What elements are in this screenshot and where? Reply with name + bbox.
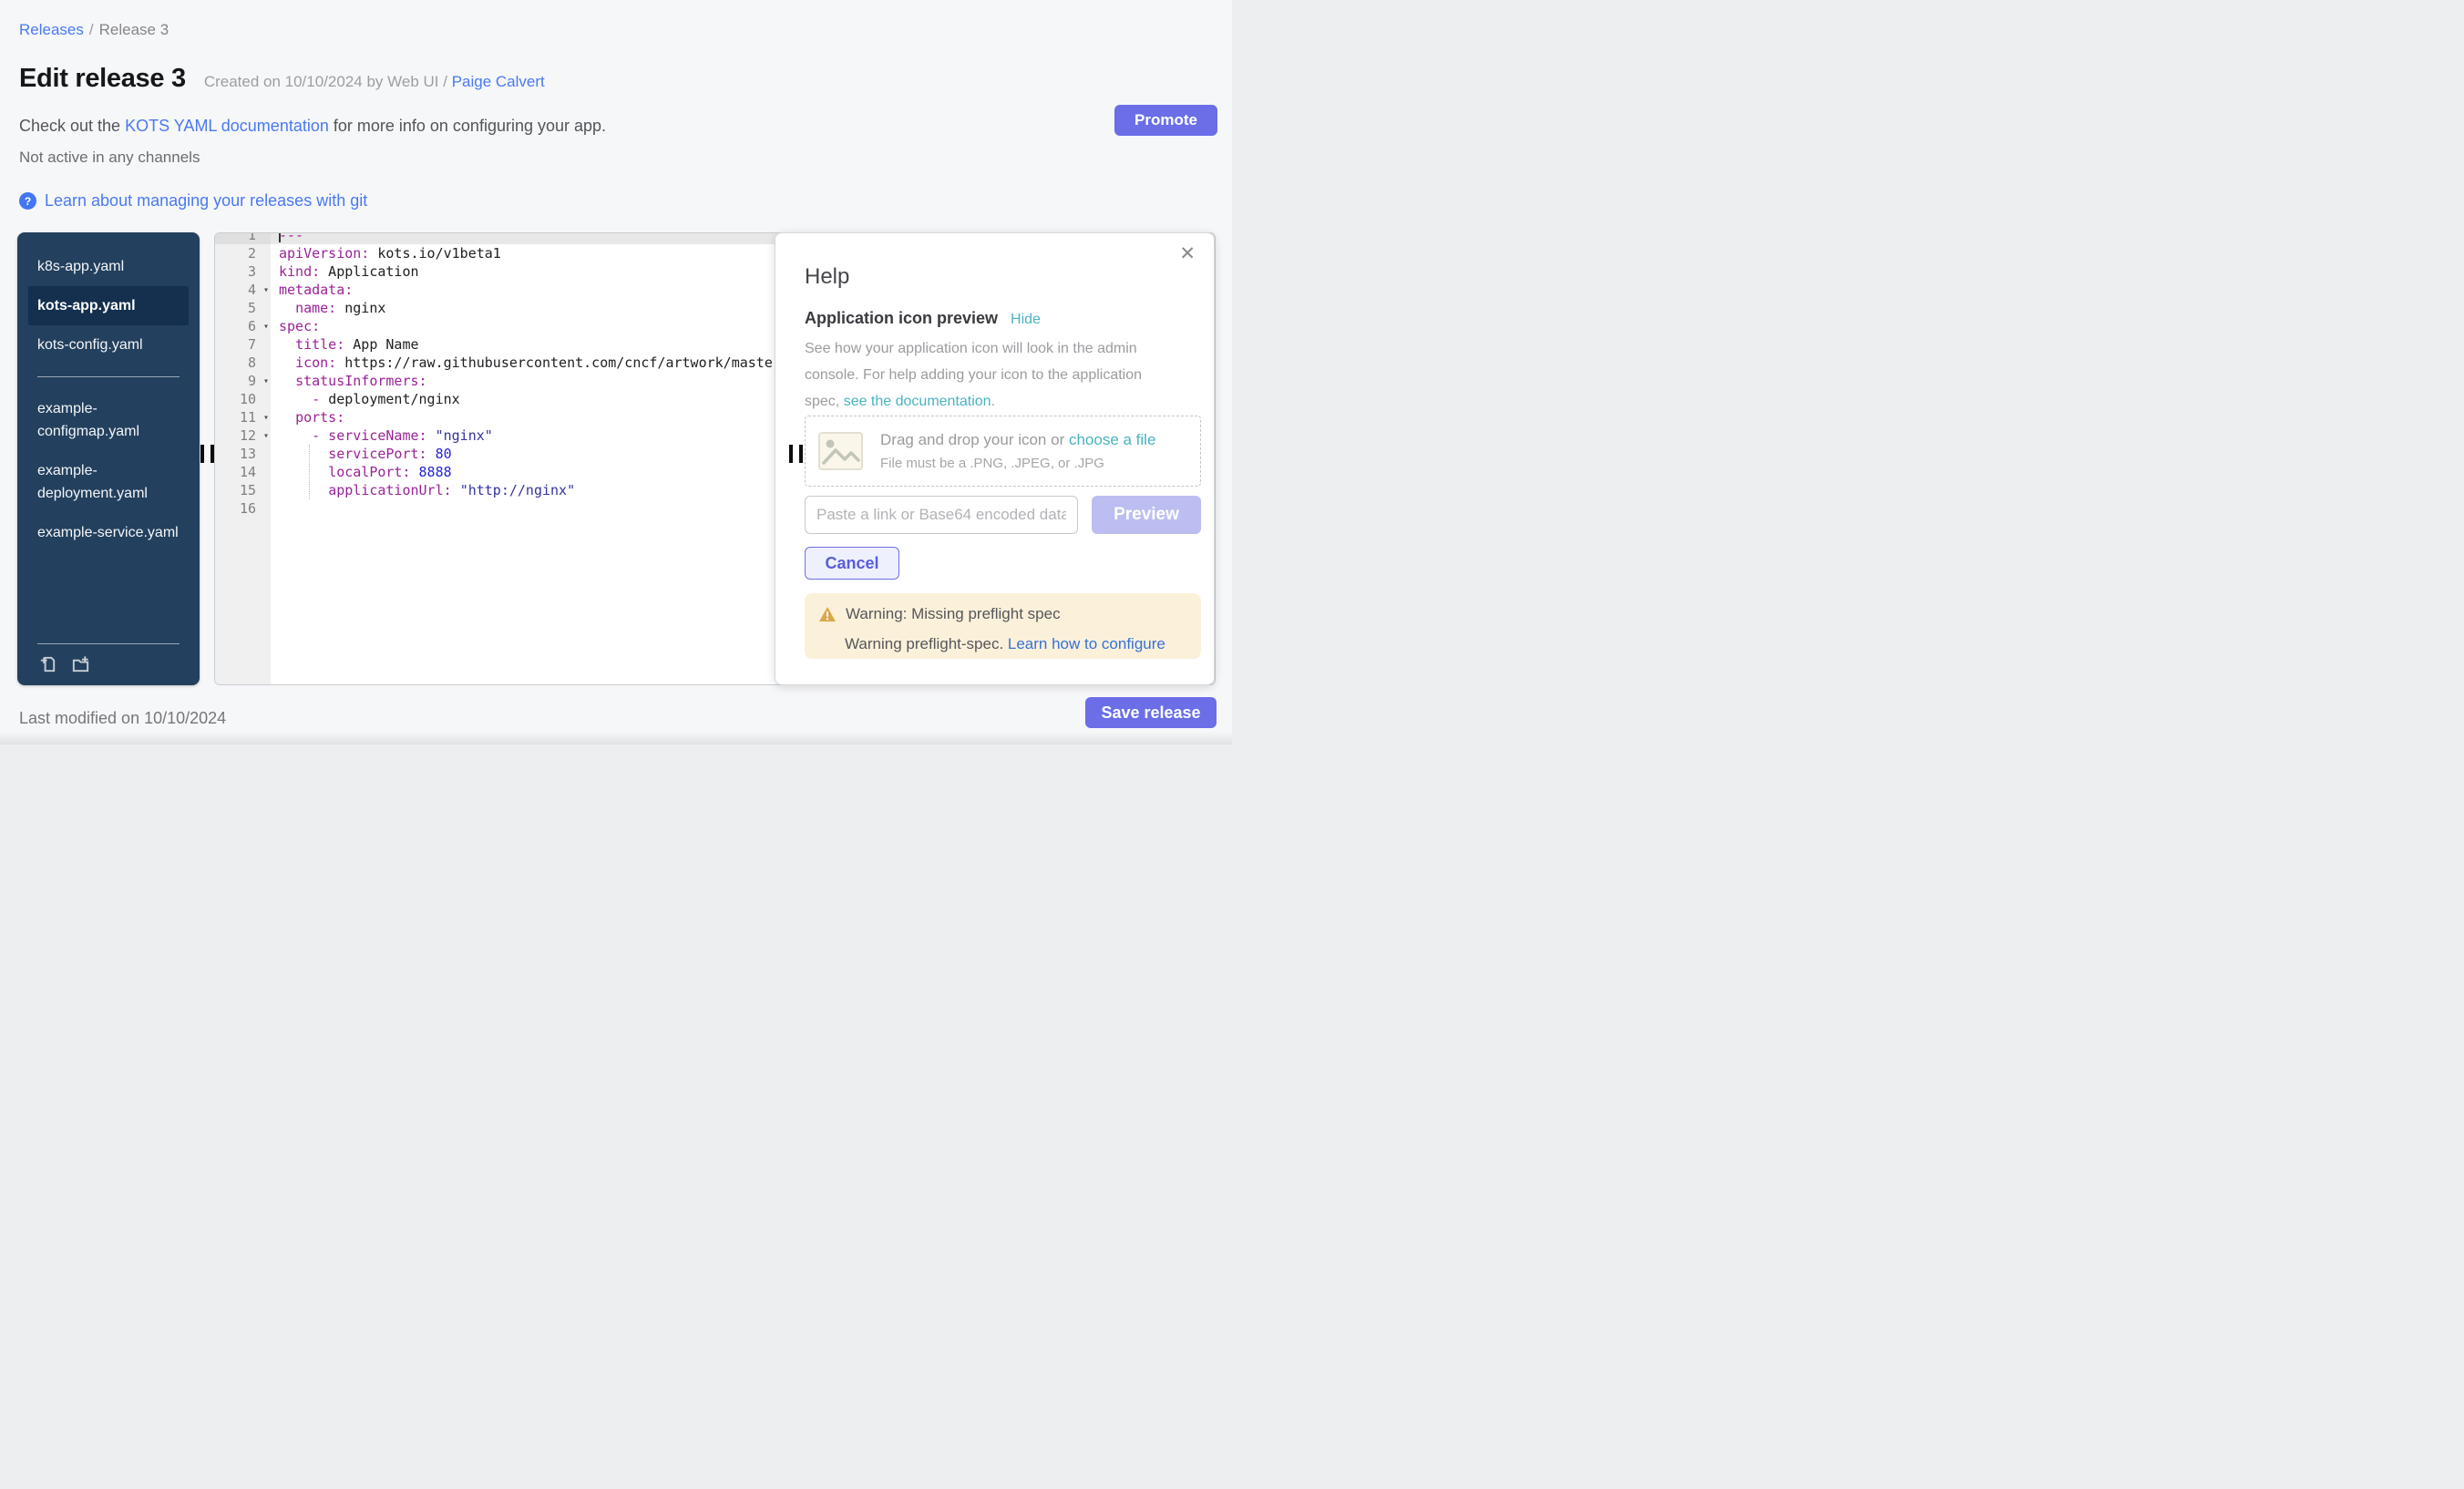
file-tree-sidebar: k8s-app.yamlkots-app.yamlkots-config.yam… [17, 232, 200, 685]
tree-editor-resize-handle[interactable] [200, 445, 214, 463]
resize-bar [210, 445, 214, 463]
created-author-link[interactable]: Paige Calvert [452, 73, 545, 90]
image-placeholder-icon [818, 432, 863, 470]
line-number: 1 [215, 233, 271, 244]
created-text: Created on 10/10/2024 by Web UI / Paige … [204, 73, 545, 91]
kots-yaml-doc-link[interactable]: KOTS YAML documentation [125, 117, 329, 135]
icon-url-input[interactable] [805, 496, 1078, 534]
icon-preview-title: Application icon preview [805, 309, 998, 328]
file-tree-group-1: k8s-app.yamlkots-app.yamlkots-config.yam… [28, 247, 189, 365]
page-title: Edit release 3 [19, 64, 186, 94]
breadcrumb-current: Release 3 [99, 21, 169, 38]
text-cursor [279, 233, 281, 242]
help-panel-title: Help [805, 264, 849, 290]
choose-file-link[interactable]: choose a file [1069, 431, 1155, 448]
fold-arrow-icon[interactable]: ▾ [263, 373, 269, 391]
created-label: Created on 10/10/2024 by Web UI / [204, 73, 447, 90]
warning-title: Warning: Missing preflight spec [846, 605, 1061, 623]
icon-preview-section-header: Application icon preview Hide [805, 309, 1041, 328]
dropzone-text: Drag and drop your icon or choose a file… [880, 431, 1155, 471]
editor-help-resize-handle[interactable] [789, 445, 803, 463]
docs-line: Check out the KOTS YAML documentation fo… [19, 117, 606, 136]
line-number: 13 [215, 445, 271, 463]
line-number: 11▾ [215, 408, 271, 426]
line-number: 5 [215, 299, 271, 317]
dropzone-label: Drag and drop your icon or [880, 431, 1069, 448]
description-period: . [991, 394, 995, 409]
line-number: 15 [215, 481, 271, 499]
save-release-button[interactable]: Save release [1085, 697, 1217, 728]
dropzone-hint: File must be a .PNG, .JPEG, or .JPG [880, 456, 1155, 471]
help-panel: ✕ Help Application icon preview Hide See… [775, 232, 1215, 685]
fold-arrow-icon[interactable]: ▾ [263, 282, 269, 300]
preview-button[interactable]: Preview [1092, 496, 1201, 534]
resize-bar [799, 445, 803, 463]
git-help-row: ? Learn about managing your releases wit… [19, 191, 367, 211]
add-folder-icon[interactable] [70, 653, 91, 674]
bottom-shade [0, 732, 1232, 744]
close-icon[interactable]: ✕ [1179, 242, 1196, 265]
icon-dropzone[interactable]: Drag and drop your icon or choose a file… [805, 416, 1201, 487]
docs-line-pre: Check out the [19, 117, 125, 135]
fold-arrow-icon[interactable]: ▾ [263, 427, 269, 446]
icon-preview-description: See how your application icon will look … [805, 335, 1173, 415]
git-help-link[interactable]: Learn about managing your releases with … [45, 191, 367, 211]
file-tree-item[interactable]: kots-config.yaml [28, 325, 189, 365]
file-tree-item[interactable]: example-configmap.yaml [28, 389, 189, 451]
file-tree-item[interactable]: example-deployment.yaml [28, 451, 189, 513]
hide-link[interactable]: Hide [1011, 312, 1041, 328]
file-tree-list: k8s-app.yamlkots-app.yamlkots-config.yam… [28, 247, 189, 552]
file-tree-item[interactable]: example-service.yaml [28, 513, 189, 552]
line-number: 2 [215, 244, 271, 262]
fold-arrow-icon[interactable]: ▾ [263, 318, 269, 336]
see-documentation-link[interactable]: see the documentation [844, 394, 991, 409]
line-number: 6▾ [215, 317, 271, 335]
breadcrumb: Releases / Release 3 [19, 21, 169, 39]
line-number: 8 [215, 354, 271, 372]
promote-button[interactable]: Promote [1114, 105, 1217, 136]
warning-detail: Warning preflight-spec. Learn how to con… [845, 635, 1187, 653]
file-tree-footer [28, 643, 189, 674]
warning-triangle-icon [818, 606, 837, 622]
line-number: 4▾ [215, 281, 271, 299]
learn-how-to-configure-link[interactable]: Learn how to configure [1008, 635, 1165, 652]
line-number: 9▾ [215, 372, 271, 390]
channel-status: Not active in any channels [19, 149, 200, 167]
cancel-button[interactable]: Cancel [805, 547, 899, 580]
file-tree-item[interactable]: k8s-app.yaml [28, 247, 189, 286]
add-file-icon[interactable] [37, 653, 58, 674]
file-tree-footer-divider [37, 643, 180, 644]
fold-arrow-icon[interactable]: ▾ [263, 409, 269, 427]
breadcrumb-separator: / [89, 21, 94, 38]
line-number: 10 [215, 390, 271, 408]
line-number: 7 [215, 335, 271, 354]
preflight-warning-box: Warning: Missing preflight spec Warning … [805, 593, 1201, 659]
docs-line-post: for more info on configuring your app. [329, 117, 606, 135]
file-tree-item[interactable]: kots-app.yaml [28, 286, 189, 325]
warning-detail-text: Warning preflight-spec. [845, 635, 1008, 652]
breadcrumb-releases-link[interactable]: Releases [19, 21, 84, 38]
question-circle-icon: ? [19, 192, 36, 210]
line-number: 12▾ [215, 426, 271, 445]
file-tree-divider [37, 376, 180, 377]
edit-release-page: Releases / Release 3 Edit release 3 Create… [0, 0, 1232, 744]
line-number: 16 [215, 499, 271, 518]
line-number: 14 [215, 463, 271, 481]
title-row: Edit release 3 Created on 10/10/2024 by … [19, 64, 545, 94]
file-tree-group-2: example-configmap.yamlexample-deployment… [28, 389, 189, 552]
resize-bar [789, 445, 793, 463]
indent-guide [309, 445, 310, 499]
line-number: 3 [215, 262, 271, 281]
last-modified-text: Last modified on 10/10/2024 [19, 709, 226, 728]
resize-bar [200, 445, 204, 463]
